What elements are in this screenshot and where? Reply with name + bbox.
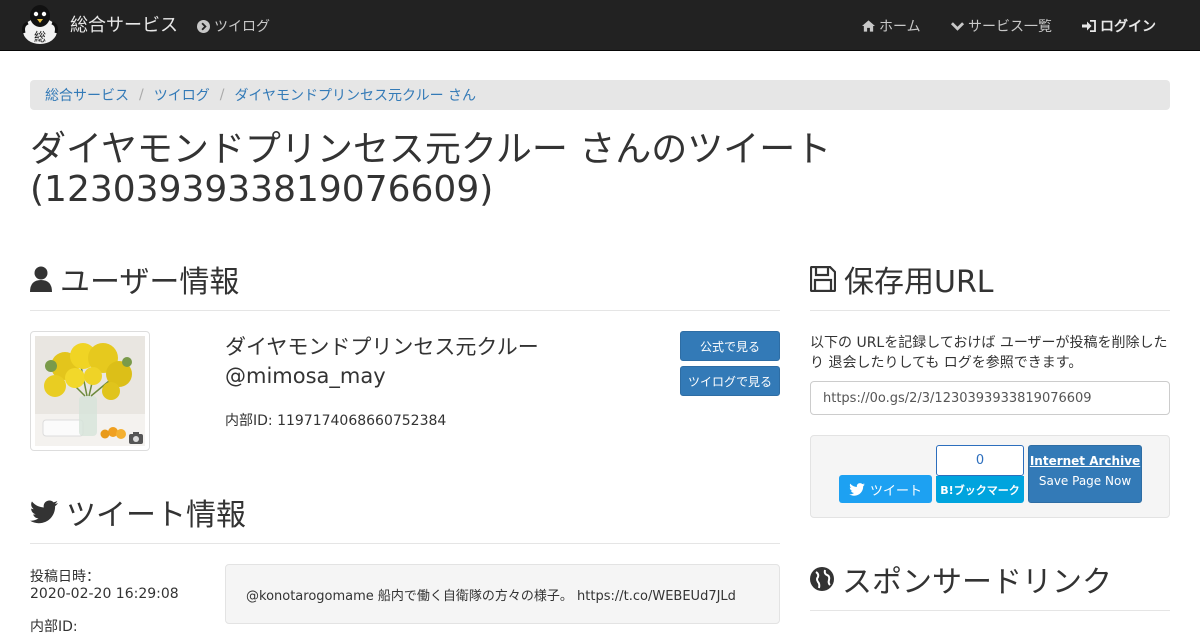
- divider: [810, 610, 1170, 611]
- view-twilog-button[interactable]: ツイログで見る: [680, 366, 780, 396]
- chevron-down-icon: [951, 22, 964, 31]
- tweet-text: @konotarogomame 船内で働く自衛隊の方々の様子。 https://…: [225, 564, 780, 624]
- breadcrumb-separator: /: [219, 87, 225, 103]
- svg-text:総: 総: [34, 30, 46, 44]
- save-url-heading-text: 保存用URL: [844, 265, 994, 300]
- internet-archive-subtitle: Save Page Now: [1038, 474, 1132, 488]
- tweet-info-heading-text: ツイート情報: [66, 498, 246, 533]
- breadcrumb-item-twilog[interactable]: ツイログ: [154, 85, 210, 105]
- nav-home-link[interactable]: ホーム: [862, 16, 921, 36]
- user-screen-name: @mimosa_may: [225, 364, 386, 388]
- brand-link[interactable]: 総 総合サービス: [20, 3, 178, 45]
- nav-services-label: サービス一覧: [968, 19, 1052, 35]
- tweet-internal-id-label: 内部ID:: [30, 619, 78, 635]
- globe-icon: [810, 567, 834, 591]
- user-icon: [30, 266, 52, 292]
- breadcrumb-item-user[interactable]: ダイヤモンドプリンセス元クルー さん: [234, 85, 476, 105]
- top-navbar: 総 総合サービス ツイログ ホーム サービス一覧 ログイン: [0, 0, 1200, 51]
- breadcrumb-item-home[interactable]: 総合サービス: [45, 85, 129, 105]
- home-icon: [862, 20, 875, 32]
- nav-login-label: ログイン: [1100, 19, 1156, 35]
- user-display-name: ダイヤモンドプリンセス元クルー: [225, 335, 539, 359]
- avatar[interactable]: [30, 331, 150, 451]
- hatena-bookmark-count[interactable]: 0: [936, 445, 1024, 476]
- camera-icon: [129, 432, 143, 444]
- sign-in-icon: [1082, 20, 1096, 32]
- floppy-disk-icon: [810, 266, 836, 292]
- chevron-circle-right-icon: [197, 19, 210, 33]
- save-url-description: 以下の URLを記録しておけば ユーザーが投稿を削除したり 退会したりしても ロ…: [810, 335, 1168, 371]
- twitter-bird-icon: [849, 482, 865, 496]
- sponsor-heading: スポンサードリンク: [810, 557, 1112, 601]
- nav-twilog-link[interactable]: ツイログ: [197, 16, 270, 36]
- divider: [30, 543, 780, 544]
- posted-at-label: 投稿日時：: [30, 569, 100, 585]
- user-info-heading: ユーザー情報: [30, 257, 239, 301]
- avatar-image: [35, 336, 145, 446]
- view-official-button[interactable]: 公式で見る: [680, 331, 780, 361]
- posted-at-value: 2020-02-20 16:29:08: [30, 586, 179, 602]
- user-info-heading-text: ユーザー情報: [60, 265, 240, 300]
- internet-archive-button[interactable]: Internet Archive Save Page Now: [1028, 445, 1142, 503]
- nav-home-label: ホーム: [879, 19, 921, 35]
- tweet-share-button[interactable]: ツイート: [839, 475, 932, 503]
- sponsor-heading-text: スポンサードリンク: [842, 565, 1112, 600]
- save-url-heading: 保存用URL: [810, 257, 994, 301]
- nav-twilog-label: ツイログ: [214, 19, 270, 35]
- divider: [810, 310, 1170, 311]
- breadcrumb: 総合サービス / ツイログ / ダイヤモンドプリンセス元クルー さん: [30, 80, 1170, 110]
- twitter-bird-icon: [30, 500, 58, 524]
- divider: [30, 310, 780, 311]
- nav-login-link[interactable]: ログイン: [1082, 16, 1156, 36]
- user-display-block: ダイヤモンドプリンセス元クルー @mimosa_may: [225, 333, 539, 391]
- nav-services-link[interactable]: サービス一覧: [951, 16, 1052, 36]
- internet-archive-title: Internet Archive: [1029, 454, 1141, 468]
- penguin-logo-icon: 総: [22, 5, 58, 44]
- tweet-share-label: ツイート: [869, 483, 922, 499]
- save-url-field[interactable]: [810, 381, 1170, 415]
- hatena-bookmark-button[interactable]: B!ブックマーク: [936, 476, 1024, 503]
- breadcrumb-separator: /: [139, 87, 144, 103]
- brand-name: 総合サービス: [70, 15, 178, 36]
- page-title: ダイヤモンドプリンセス元クルー さんのツイート(1230393933819076…: [30, 129, 832, 210]
- tweet-info-heading: ツイート情報: [30, 490, 246, 534]
- user-internal-id: 内部ID: 1197174068660752384: [225, 413, 447, 429]
- mimosa-photo-icon: [35, 336, 145, 446]
